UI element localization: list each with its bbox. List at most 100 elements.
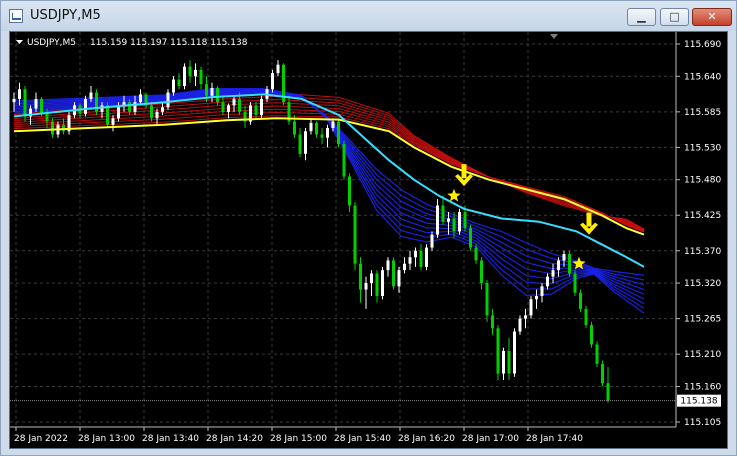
y-tick-label: 115.105 (684, 418, 721, 428)
bull-candle (161, 107, 164, 112)
bear-candle (507, 350, 511, 374)
bear-candle (375, 273, 379, 296)
bear-candle (419, 250, 423, 267)
bear-candle (188, 66, 192, 77)
bear-candle (606, 383, 610, 401)
bull-candle (331, 121, 335, 128)
price-chart[interactable]: 115.690 115.640 115.585 115.530 115.480 115.4… (10, 32, 727, 448)
bear-candle (320, 134, 324, 138)
bear-candle (601, 363, 604, 384)
bull-candle (326, 128, 329, 138)
price-axis-labels: 115.690 115.640 115.585 115.530 115.480 115.4… (676, 40, 721, 428)
bear-candle (359, 263, 362, 290)
bear-candle (441, 205, 445, 222)
bull-candle (364, 283, 368, 290)
bull-candle (84, 98, 87, 114)
bear-candle (51, 121, 54, 135)
bear-candle (452, 218, 456, 232)
bear-candle (45, 113, 49, 122)
bull-candle (381, 270, 384, 296)
bear-candle (568, 254, 571, 274)
x-tick-label: 28 Jan 14:20 (206, 434, 263, 444)
axes (10, 32, 677, 428)
x-tick-label: 28 Jan 13:40 (142, 434, 199, 444)
bull-candle (117, 105, 120, 119)
bull-candle (309, 122, 313, 132)
bull-candle (546, 276, 549, 287)
bull-candle (271, 73, 274, 90)
y-tick-label: 115.210 (684, 350, 721, 360)
x-tick-label: 28 Jan 15:40 (334, 434, 391, 444)
bear-candle (595, 344, 599, 364)
bull-candle (397, 270, 401, 287)
bull-candle (304, 131, 307, 154)
bull-candle (458, 212, 461, 232)
y-tick-label: 115.160 (684, 382, 721, 392)
chart-window-icon (9, 9, 23, 23)
bull-candle (139, 94, 142, 103)
bear-candle (485, 283, 489, 316)
shift-marker-icon[interactable] (550, 34, 558, 39)
bull-candle (408, 257, 412, 264)
chart-info: USDJPY,M5 115.159 115.197 115.118 115.13… (16, 34, 558, 48)
bull-candle (172, 79, 175, 93)
bull-candle (502, 350, 505, 374)
bull-candle (227, 105, 230, 112)
bear-candle (342, 144, 346, 177)
bull-candle (436, 205, 439, 235)
bear-candle (199, 69, 203, 85)
bull-candle (535, 296, 538, 300)
current-price-label: 115.138 (680, 397, 717, 407)
bear-candle (584, 308, 588, 326)
maximize-button[interactable]: □ (660, 8, 689, 26)
arrow-shaft (461, 164, 467, 179)
x-tick-label: 28 Jan 17:40 (526, 434, 583, 444)
bear-candle (216, 87, 219, 103)
chart-area[interactable]: 115.690 115.640 115.585 115.530 115.480 115.4… (9, 31, 728, 449)
bull-candle (100, 105, 104, 112)
dropdown-icon[interactable] (16, 40, 23, 44)
y-tick-label: 115.585 (684, 108, 721, 118)
current-price-marker: 115.138 (10, 394, 721, 407)
title-bar[interactable]: USDJPY,M5 ▁ □ ✕ (1, 1, 736, 31)
bull-candle (557, 260, 560, 271)
bear-candle (254, 105, 258, 116)
bull-candle (430, 234, 434, 248)
x-tick-label: 28 Jan 16:20 (398, 434, 455, 444)
y-tick-label: 115.320 (684, 279, 721, 289)
bull-candle (89, 92, 93, 99)
bull-candle (386, 260, 390, 271)
minimize-button[interactable]: ▁ (627, 8, 656, 26)
bull-candle (18, 89, 21, 99)
y-tick-label: 115.425 (684, 211, 721, 221)
bull-candle (414, 250, 417, 258)
bear-candle (348, 176, 351, 206)
x-tick-label: 28 Jan 13:00 (78, 434, 135, 444)
bear-candle (298, 134, 302, 154)
bull-candle (447, 218, 450, 222)
bear-candle (293, 121, 296, 135)
bull-candle (166, 92, 170, 108)
bear-candle (353, 205, 357, 264)
bull-candle (562, 254, 566, 261)
bear-candle (579, 292, 582, 309)
y-tick-label: 115.530 (684, 143, 721, 153)
bear-candle (128, 102, 131, 112)
bear-candle (496, 328, 500, 374)
bear-candle (221, 102, 225, 112)
bear-candle (392, 260, 395, 287)
bear-candle (315, 122, 318, 135)
close-button[interactable]: ✕ (692, 8, 732, 26)
bull-candle (529, 299, 533, 316)
bear-candle (337, 121, 340, 145)
bear-candle (474, 247, 478, 261)
y-tick-label: 115.690 (684, 40, 721, 50)
bull-candle (524, 315, 527, 319)
chart-ohlc: 115.159 115.197 115.118 115.138 (90, 38, 248, 48)
bull-candle (513, 331, 516, 374)
bear-candle (150, 105, 153, 119)
bull-candle (403, 263, 406, 271)
y-tick-label: 115.370 (684, 247, 721, 257)
bull-candle (518, 318, 522, 332)
down-arrow-icon (580, 212, 598, 235)
